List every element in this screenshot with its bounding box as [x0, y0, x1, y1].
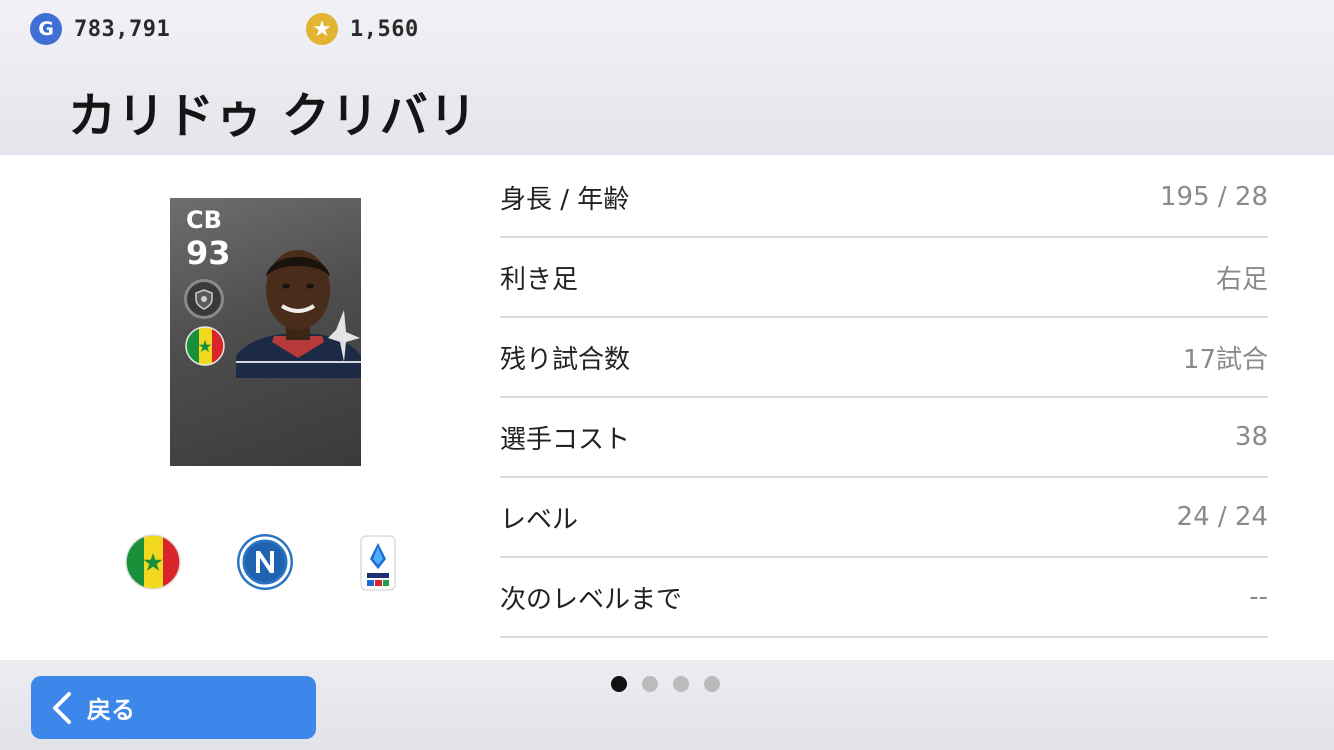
card-rating: 93: [186, 234, 231, 272]
stat-row-foot: 利き足 右足: [500, 238, 1268, 318]
coin-value: 1,560: [350, 16, 419, 42]
card-divider: [236, 361, 361, 363]
player-portrait-image: [236, 250, 361, 378]
stat-value: 17試合: [1182, 344, 1268, 375]
page-indicator: [611, 676, 720, 692]
stat-label: 次のレベルまで: [500, 584, 683, 615]
page-title: カリドゥ クリバリ: [68, 88, 478, 144]
stat-value: 24 / 24: [1176, 502, 1268, 532]
stat-label: 利き足: [500, 264, 579, 295]
stat-value: 右足: [1215, 264, 1268, 295]
top-header: G 783,791 ★ 1,560 カリドゥ クリバリ: [0, 0, 1334, 155]
stat-label: 残り試合数: [500, 344, 631, 375]
back-button-label: 戻る: [87, 696, 135, 724]
senegal-flag-icon: [125, 534, 181, 590]
stat-label: 選手コスト: [500, 424, 631, 455]
serie-a-logo-icon: [360, 535, 396, 591]
page-dot-1[interactable]: [611, 676, 627, 692]
stat-label: 身長 / 年齢: [500, 184, 630, 215]
star-coin-icon: ★: [306, 13, 338, 45]
player-card[interactable]: CB 93: [170, 198, 361, 466]
stat-row-height-age: 身長 / 年齢 195 / 28: [500, 158, 1268, 238]
stat-value: 195 / 28: [1160, 182, 1268, 212]
stat-value: 38: [1234, 422, 1268, 452]
player-stats-list: 身長 / 年齢 195 / 28 利き足 右足 残り試合数 17試合 選手コスト…: [500, 158, 1268, 638]
coin-balance: ★ 1,560: [306, 12, 419, 46]
stat-row-level: レベル 24 / 24: [500, 478, 1268, 558]
gp-balance: G 783,791: [30, 12, 170, 46]
stat-value: --: [1249, 582, 1268, 612]
napoli-crest-icon: [237, 534, 293, 590]
gp-value: 783,791: [74, 16, 171, 42]
chevron-left-icon: [53, 691, 71, 724]
back-button[interactable]: 戻る: [31, 676, 316, 739]
senegal-flag-icon: [185, 326, 225, 366]
stat-row-next-level: 次のレベルまで --: [500, 558, 1268, 638]
stat-row-cost: 選手コスト 38: [500, 398, 1268, 478]
stat-row-remaining-matches: 残り試合数 17試合: [500, 318, 1268, 398]
club-crest-badge-icon: [184, 279, 224, 319]
g-coin-icon: G: [30, 13, 62, 45]
page-dot-2[interactable]: [642, 676, 658, 692]
page-dot-4[interactable]: [704, 676, 720, 692]
page-dot-3[interactable]: [673, 676, 689, 692]
card-position: CB: [186, 206, 222, 234]
stat-label: レベル: [500, 504, 579, 535]
